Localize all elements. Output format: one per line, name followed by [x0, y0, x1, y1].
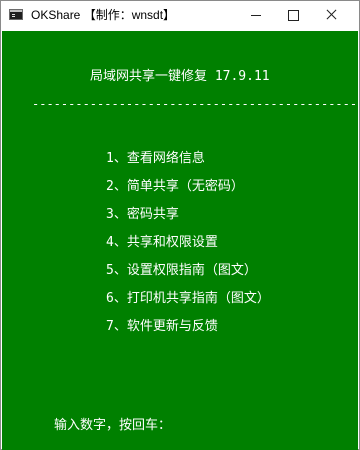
menu-item-update-feedback: 7、软件更新与反馈: [106, 319, 218, 334]
maximize-button[interactable]: [276, 1, 310, 30]
minimize-button[interactable]: [239, 1, 273, 30]
title-bar[interactable]: OKShare 【制作：wnsdt】: [1, 1, 359, 30]
console-window: OKShare 【制作：wnsdt】 局域网共享一键修复 17.9.11 ---…: [0, 0, 360, 450]
console-icon[interactable]: [9, 9, 23, 20]
divider-line: ----------------------------------------…: [32, 97, 358, 111]
console-output[interactable]: 局域网共享一键修复 17.9.11 ----------------------…: [2, 31, 358, 450]
close-button[interactable]: [314, 1, 348, 30]
menu-item-simple-share: 2、简单共享（无密码）: [106, 179, 244, 194]
prompt-text: 输入数字，按回车：: [53, 418, 171, 433]
menu-item-network-info: 1、查看网络信息: [106, 151, 205, 166]
menu-item-share-permissions: 4、共享和权限设置: [106, 235, 218, 250]
input-prompt[interactable]: 输入数字，按回车：: [7, 402, 171, 450]
window-title: OKShare 【制作：wnsdt】: [31, 8, 176, 22]
menu-item-permission-guide: 5、设置权限指南（图文）: [106, 263, 257, 278]
program-header: 局域网共享一键修复 17.9.11: [90, 69, 270, 84]
menu-item-printer-share-guide: 6、打印机共享指南（图文）: [106, 291, 270, 306]
menu-item-password-share: 3、密码共享: [106, 207, 179, 222]
